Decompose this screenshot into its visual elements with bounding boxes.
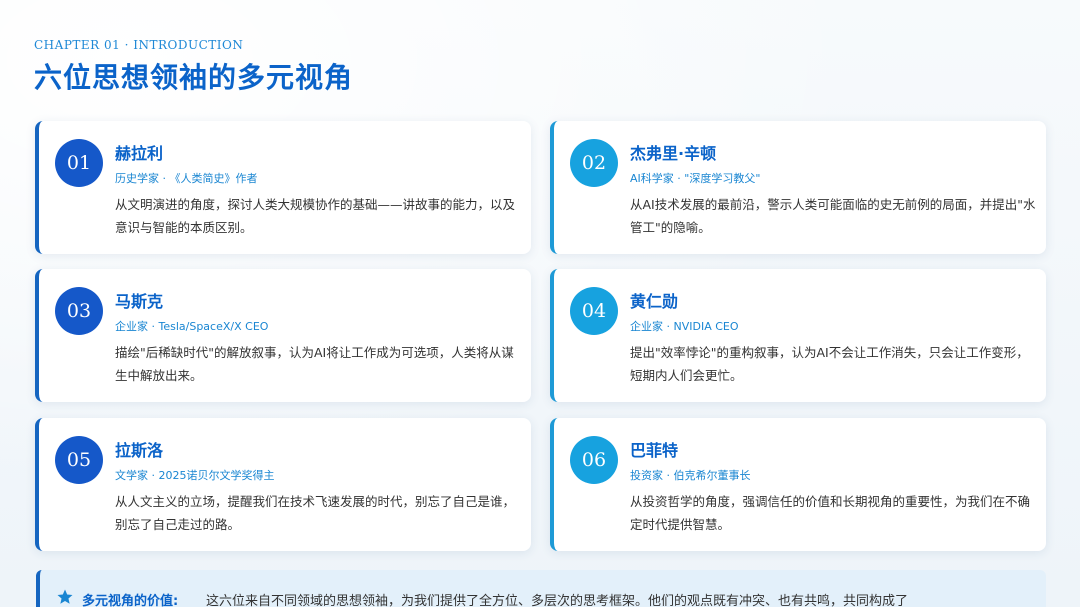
page-title: 六位思想领袖的多元视角 <box>34 61 354 94</box>
leader-card-02: 02 杰弗里·辛顿 AI科学家 · "深度学习教父" 从AI技术发展的最前沿，警… <box>550 121 1046 254</box>
leader-card-06: 06 巴菲特 投资家 · 伯克希尔董事长 从投资哲学的角度，强调信任的价值和长期… <box>550 418 1046 551</box>
chapter-label: CHAPTER 01 · INTRODUCTION <box>34 38 244 52</box>
leader-name: 赫拉利 <box>115 144 164 163</box>
slide: CHAPTER 01 · INTRODUCTION 六位思想领袖的多元视角 01… <box>0 0 1080 607</box>
card-number-badge: 03 <box>55 287 103 335</box>
leader-role: AI科学家 · "深度学习教父" <box>630 172 761 185</box>
leader-role: 投资家 · 伯克希尔董事长 <box>630 469 751 482</box>
leader-name: 黄仁勋 <box>630 292 679 311</box>
leader-name: 拉斯洛 <box>115 441 164 460</box>
leader-role: 文学家 · 2025诺贝尔文学奖得主 <box>115 469 275 482</box>
leader-name: 巴菲特 <box>630 441 679 460</box>
leader-card-04: 04 黄仁勋 企业家 · NVIDIA CEO 提出"效率悖论"的重构叙事，认为… <box>550 269 1046 402</box>
leader-description: 描绘"后稀缺时代"的解放叙事，认为AI将让工作成为可选项，人类将从谋生中解放出来… <box>115 345 514 383</box>
leader-card-05: 05 拉斯洛 文学家 · 2025诺贝尔文学奖得主 从人文主义的立场，提醒我们在… <box>35 418 531 551</box>
summary-text: 这六位来自不同领域的思想领袖，为我们提供了全方位、多层次的思考框架。他们的观点既… <box>206 594 909 607</box>
card-number-badge: 05 <box>55 436 103 484</box>
card-number-badge: 01 <box>55 139 103 187</box>
leader-description: 从文明演进的角度，探讨人类大规模协作的基础——讲故事的能力，以及意识与智能的本质… <box>115 197 516 235</box>
leader-description: 提出"效率悖论"的重构叙事，认为AI不会让工作消失，只会让工作变形，短期内人们会… <box>630 345 1029 383</box>
leader-name: 马斯克 <box>115 292 164 311</box>
summary-label: 多元视角的价值: <box>82 594 179 607</box>
leader-role: 历史学家 · 《人类简史》作者 <box>115 172 258 185</box>
card-number-badge: 06 <box>570 436 618 484</box>
leader-description: 从AI技术发展的最前沿，警示人类可能面临的史无前例的局面，并提出"水管工"的隐喻… <box>630 197 1036 235</box>
card-number-badge: 04 <box>570 287 618 335</box>
leader-description: 从投资哲学的角度，强调信任的价值和长期视角的重要性，为我们在不确定时代提供智慧。 <box>630 494 1031 532</box>
leader-card-03: 03 马斯克 企业家 · Tesla/SpaceX/X CEO 描绘"后稀缺时代… <box>35 269 531 402</box>
star-icon <box>57 589 73 604</box>
leader-role: 企业家 · NVIDIA CEO <box>630 320 739 333</box>
summary-callout: 多元视角的价值: 这六位来自不同领域的思想领袖，为我们提供了全方位、多层次的思考… <box>36 570 1046 607</box>
card-number-badge: 02 <box>570 139 618 187</box>
leader-description: 从人文主义的立场，提醒我们在技术飞速发展的时代，别忘了自己是谁，别忘了自己走过的… <box>115 494 516 532</box>
leader-role: 企业家 · Tesla/SpaceX/X CEO <box>115 320 269 333</box>
leader-name: 杰弗里·辛顿 <box>630 144 717 163</box>
leader-card-01: 01 赫拉利 历史学家 · 《人类简史》作者 从文明演进的角度，探讨人类大规模协… <box>35 121 531 254</box>
